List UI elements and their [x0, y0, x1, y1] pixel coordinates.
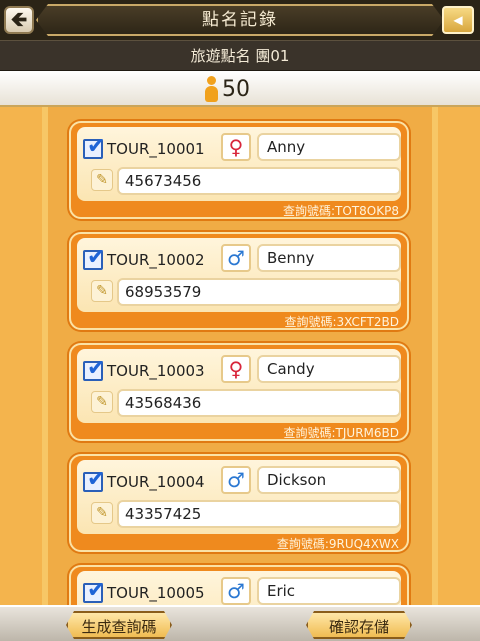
record-card-body: ✔ TOUR_10004 ♂ Dickson ✎ 43357425 [77, 460, 401, 534]
query-code: 查詢號碼:TOT8OKP8 [283, 204, 399, 218]
page-title: 點名記錄 [202, 10, 278, 30]
query-code: 查詢號碼:TJURM6BD [283, 426, 400, 440]
record-card-body: ✔ TOUR_10002 ♂ Benny ✎ 68953579 [77, 238, 401, 312]
record-card: ✔ TOUR_10005 ♂ Eric [69, 565, 409, 605]
person-icon [204, 76, 218, 102]
male-icon[interactable]: ♂ [221, 244, 251, 272]
name-field[interactable]: Eric [257, 577, 401, 605]
record-card-body: ✔ TOUR_10005 ♂ Eric [77, 571, 401, 605]
edit-icon[interactable]: ✎ [91, 391, 113, 413]
attendance-checkbox[interactable]: ✔ [83, 468, 105, 492]
female-icon[interactable]: ♀ [221, 355, 251, 383]
name-field[interactable]: Dickson [257, 466, 401, 494]
name-field[interactable]: Benny [257, 244, 401, 272]
tour-id: TOUR_10001 [107, 140, 205, 158]
check-icon: ✔ [87, 578, 106, 603]
record-card-body: ✔ TOUR_10001 ♀ Anny ✎ 45673456 [77, 127, 401, 201]
tour-id: TOUR_10003 [107, 362, 205, 380]
record-card: ✔ TOUR_10002 ♂ Benny ✎ 68953579 查詢號碼:3XC… [69, 232, 409, 330]
tour-id: TOUR_10002 [107, 251, 205, 269]
attendance-checkbox[interactable]: ✔ [83, 135, 105, 159]
attendance-count-value: 50 [222, 76, 250, 102]
attendance-count-bar: 50 [0, 71, 480, 107]
generate-query-code-button[interactable]: 生成查詢碼 [66, 611, 172, 639]
record-card: ✔ TOUR_10001 ♀ Anny ✎ 45673456 查詢號碼:TOT8… [69, 121, 409, 219]
check-icon: ✔ [87, 134, 106, 159]
edit-icon[interactable]: ✎ [91, 280, 113, 302]
edit-icon[interactable]: ✎ [91, 169, 113, 191]
attendance-checkbox[interactable]: ✔ [83, 246, 105, 270]
phone-field[interactable]: 68953579 [117, 278, 401, 306]
record-list[interactable]: ✔ TOUR_10001 ♀ Anny ✎ 45673456 查詢號碼:TOT8… [0, 107, 480, 605]
phone-field[interactable]: 43568436 [117, 389, 401, 417]
phone-field[interactable]: 45673456 [117, 167, 401, 195]
tour-id: TOUR_10004 [107, 473, 205, 491]
query-code: 查詢號碼:9RUQ4XWX [276, 537, 399, 551]
confirm-save-button[interactable]: 確認存儲 [306, 611, 412, 639]
back-button[interactable]: 🡸 [4, 6, 34, 34]
check-icon: ✔ [87, 467, 106, 492]
attendance-count: 50 [204, 74, 250, 104]
menu-toggle-button[interactable]: ◀ [442, 6, 474, 34]
phone-field[interactable]: 43357425 [117, 500, 401, 528]
title-bar: 點名記錄 🡸 ◀ [0, 0, 480, 40]
query-code: 查詢號碼:3XCFT2BD [284, 315, 399, 329]
record-card-body: ✔ TOUR_10003 ♀ Candy ✎ 43568436 [77, 349, 401, 423]
sub-header: 旅遊點名 團01 [0, 40, 480, 71]
male-icon[interactable]: ♂ [221, 577, 251, 605]
attendance-checkbox[interactable]: ✔ [83, 579, 105, 603]
check-icon: ✔ [87, 356, 106, 381]
male-icon[interactable]: ♂ [221, 466, 251, 494]
name-field[interactable]: Candy [257, 355, 401, 383]
check-icon: ✔ [87, 245, 106, 270]
record-card: ✔ TOUR_10004 ♂ Dickson ✎ 43357425 查詢號碼:9… [69, 454, 409, 552]
female-icon[interactable]: ♀ [221, 133, 251, 161]
group-title: 旅遊點名 團01 [190, 47, 290, 65]
tour-id: TOUR_10005 [107, 584, 205, 602]
edit-icon[interactable]: ✎ [91, 502, 113, 524]
name-field[interactable]: Anny [257, 133, 401, 161]
record-card: ✔ TOUR_10003 ♀ Candy ✎ 43568436 查詢號碼:TJU… [69, 343, 409, 441]
attendance-checkbox[interactable]: ✔ [83, 357, 105, 381]
bottom-toolbar: 生成查詢碼 確認存儲 [0, 605, 480, 641]
